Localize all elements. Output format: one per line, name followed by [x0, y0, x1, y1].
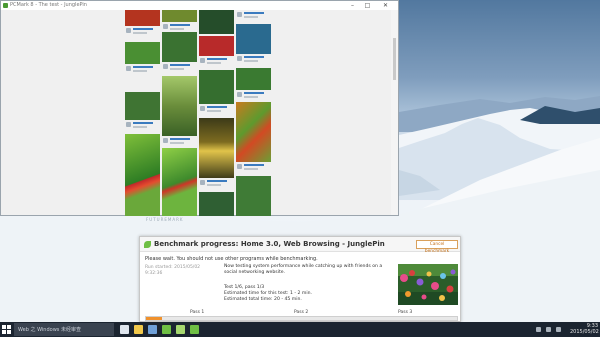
- pin-image[interactable]: [199, 192, 234, 216]
- task-view-icon[interactable]: [120, 325, 129, 334]
- pin-image[interactable]: [162, 76, 197, 136]
- pin-meta: [199, 178, 234, 190]
- pin-meta: [199, 56, 234, 68]
- pin-meta: [162, 62, 197, 74]
- pin-meta: [236, 90, 271, 102]
- pin-image[interactable]: [236, 24, 271, 54]
- pcmark-app-3-icon[interactable]: [190, 325, 199, 334]
- test-preview-image: [398, 264, 458, 305]
- progress-fill: [146, 317, 162, 320]
- maximize-button[interactable]: □: [361, 1, 374, 10]
- wait-message: Please wait. You should not use other pr…: [145, 256, 318, 262]
- search-box[interactable]: Web 之 Windows 未经审查: [14, 323, 114, 336]
- dialog-title: Benchmark progress: Home 3.0, Web Browsi…: [154, 240, 385, 248]
- pin-image[interactable]: [162, 148, 197, 216]
- pin-meta: [199, 104, 234, 116]
- window-title: PCMark 8 - The test - JunglePin: [10, 2, 87, 8]
- network-icon[interactable]: [536, 327, 541, 332]
- window-titlebar[interactable]: PCMark 8 - The test - JunglePin – □ ✕: [1, 1, 398, 10]
- pin-image[interactable]: [162, 32, 197, 62]
- pin-image[interactable]: [125, 10, 160, 26]
- pin-image[interactable]: [199, 36, 234, 56]
- search-box-text: Web 之 Windows 未经审查: [18, 327, 81, 333]
- file-explorer-icon[interactable]: [134, 325, 143, 334]
- benchmark-progress-bar: [145, 316, 458, 321]
- app-icon: [3, 3, 8, 8]
- pin-image[interactable]: [199, 118, 234, 178]
- run-started: Run started: 2015/05/02 9:32:36: [145, 265, 200, 277]
- pin-meta: [125, 120, 160, 132]
- pin-image[interactable]: [236, 68, 271, 90]
- taskbar: Web 之 Windows 未经审查 9:33 2015/05/02: [0, 322, 600, 337]
- window-scrollbar[interactable]: [391, 10, 398, 215]
- pin-image[interactable]: [125, 42, 160, 64]
- pin-meta: [236, 10, 271, 22]
- pin-image[interactable]: [236, 102, 271, 162]
- pin-image[interactable]: [199, 70, 234, 104]
- pin-image[interactable]: [162, 10, 197, 22]
- pcmark-browser-window[interactable]: PCMark 8 - The test - JunglePin – □ ✕: [0, 0, 399, 216]
- pin-meta: [236, 162, 271, 174]
- pcmark-app-2-icon[interactable]: [176, 325, 185, 334]
- desktop-watermark: FUTUREMARK: [146, 217, 184, 222]
- volume-icon[interactable]: [546, 327, 551, 332]
- pcmark-logo-icon: [144, 241, 151, 248]
- pin-meta: [236, 54, 271, 66]
- pcmark-app-1-icon[interactable]: [162, 325, 171, 334]
- pin-image[interactable]: [125, 134, 160, 216]
- pin-image[interactable]: [236, 176, 271, 216]
- pass-1-label: Pass 1: [190, 310, 205, 315]
- close-button[interactable]: ✕: [379, 1, 392, 10]
- test-description: Now testing system performance while cat…: [224, 264, 383, 275]
- junglepin-grid: [125, 10, 272, 216]
- dialog-header: Benchmark progress: Home 3.0, Web Browsi…: [140, 237, 460, 254]
- pin-image[interactable]: [199, 10, 234, 34]
- pin-meta: [125, 64, 160, 76]
- pass-3-label: Pass 3: [398, 310, 413, 315]
- minimize-button[interactable]: –: [346, 1, 359, 10]
- cancel-benchmark-button[interactable]: Cancel benchmark: [416, 240, 458, 254]
- scrollbar-thumb[interactable]: [393, 38, 396, 80]
- store-icon[interactable]: [148, 325, 157, 334]
- windows-start-button[interactable]: [2, 325, 11, 334]
- notification-icon[interactable]: [556, 327, 561, 332]
- benchmark-progress-dialog: Benchmark progress: Home 3.0, Web Browsi…: [139, 236, 461, 322]
- pin-meta: [162, 136, 197, 148]
- run-started-time: 9:32:36: [145, 271, 163, 276]
- test-info: Test 1/6, pass 1/3 Estimated time for th…: [224, 285, 312, 303]
- taskbar-clock[interactable]: 9:33 2015/05/02: [570, 323, 599, 335]
- clock-date: 2015/05/02: [570, 329, 599, 335]
- pin-image[interactable]: [125, 92, 160, 120]
- pass-2-label: Pass 2: [294, 310, 309, 315]
- estimated-total-time: Estimated total time: 20 - 45 min.: [224, 297, 302, 302]
- pin-meta: [125, 26, 160, 38]
